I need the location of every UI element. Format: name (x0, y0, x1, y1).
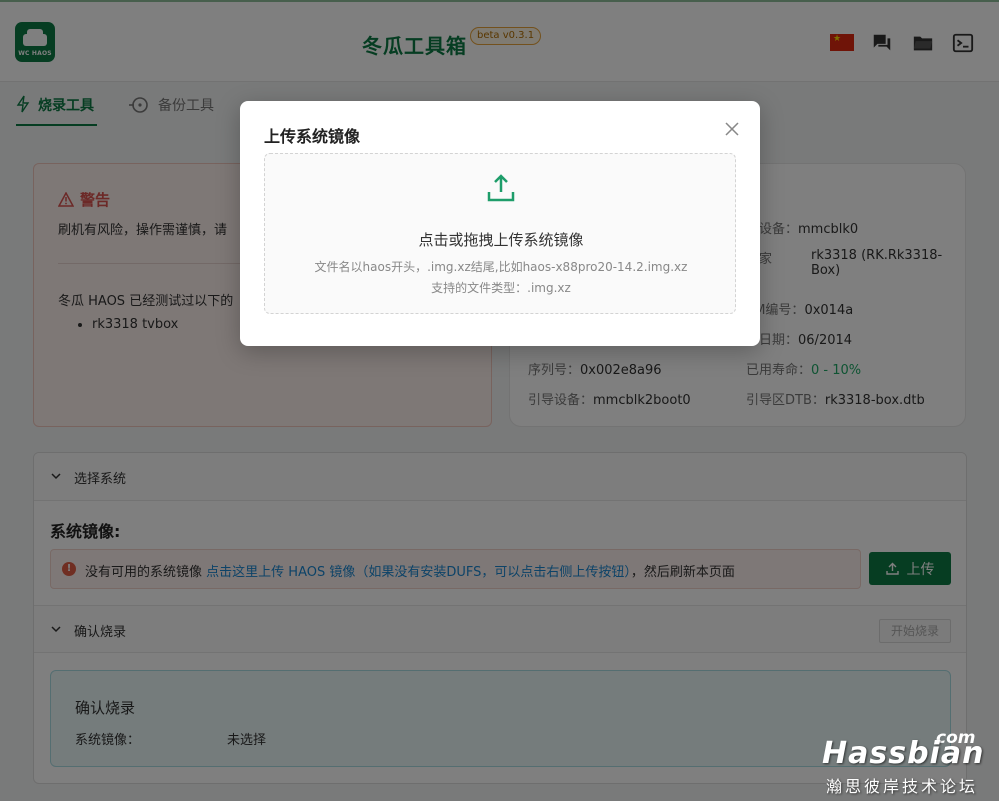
watermark-cn: 瀚思彼岸技术论坛 (826, 777, 979, 796)
hassbian-watermark: com Hassbian 瀚思彼岸技术论坛 (822, 728, 992, 796)
dropzone-text: 点击或拖拽上传系统镜像 (418, 231, 584, 249)
modal-title: 上传系统镜像 (264, 127, 361, 146)
upload-dropzone[interactable]: 点击或拖拽上传系统镜像 文件名以haos开头，.img.xz结尾,比如haos-… (264, 153, 736, 314)
dropzone-hint-filetype: 支持的文件类型：.img.xz (431, 281, 571, 295)
upload-icon (487, 174, 515, 202)
dropzone-hint-filename: 文件名以haos开头，.img.xz结尾,比如haos-x88pro20-14.… (314, 260, 688, 274)
watermark-brand: Hassbian (822, 736, 985, 771)
close-icon[interactable] (722, 119, 742, 139)
upload-image-modal: 上传系统镜像 点击或拖拽上传系统镜像 文件名以haos开头，.img.xz结尾,… (240, 101, 760, 346)
